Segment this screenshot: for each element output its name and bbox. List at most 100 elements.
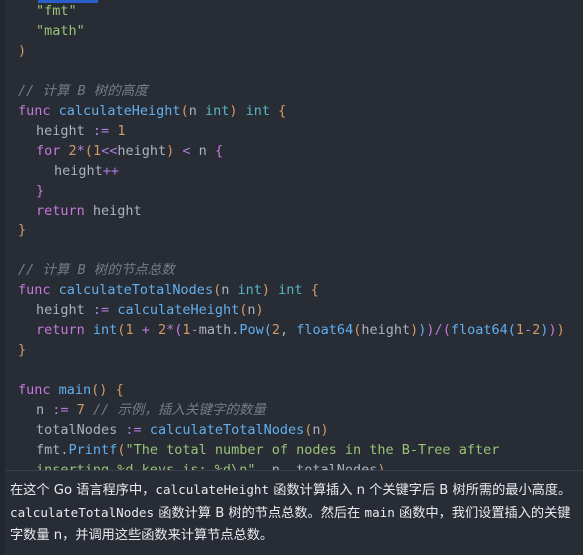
line-height-incr[interactable]: height++: [0, 162, 583, 182]
code-token: calculateHeight: [58, 102, 181, 119]
explanation-text: 函数计算插入 n 个关键字后 B 树所需的最小高度。: [269, 483, 572, 498]
code-token: calculateTotalNodes: [58, 282, 214, 299]
line-return-total[interactable]: return int(1 + 2*(1-math.Pow(2, float64(…: [0, 321, 583, 341]
line-blank-1[interactable]: [0, 62, 583, 82]
code-token: float64: [296, 322, 354, 339]
line-func-calctotal[interactable]: func calculateTotalNodes(n int) int {: [0, 281, 583, 301]
code-token: ): [261, 282, 271, 299]
line-func-close-1[interactable]: }: [0, 221, 583, 241]
code-token: (: [507, 322, 516, 339]
code-token: n: [271, 461, 280, 471]
code-token: ,: [255, 461, 272, 471]
code-token: }: [18, 222, 27, 239]
code-token: height: [36, 302, 93, 319]
line-comment-total[interactable]: // 计算 B 树的节点总数: [0, 261, 583, 281]
code-token: ): [320, 422, 329, 439]
code-token: {: [278, 102, 287, 119]
code-token: main: [58, 382, 92, 399]
line-printf[interactable]: fmt.Printf("The total number of nodes in…: [0, 441, 583, 470]
explanation-paragraph: 在这个 Go 语言程序中，calculateHeight 函数计算插入 n 个关…: [0, 471, 583, 555]
code-token: {: [214, 142, 224, 159]
line-func-close-2[interactable]: }: [0, 341, 583, 361]
code-token: <: [182, 142, 191, 159]
code-token: for: [36, 142, 69, 159]
line-func-main[interactable]: func main() {: [0, 381, 583, 401]
code-token: {: [115, 382, 124, 399]
line-import-close[interactable]: ): [0, 42, 583, 62]
code-token: }: [18, 342, 27, 359]
code-token: ): [426, 322, 435, 339]
explanation-code-ref: calculateTotalNodes: [10, 505, 155, 520]
code-token: 1: [182, 322, 191, 339]
code-token: 7: [76, 402, 85, 419]
code-token: func: [18, 382, 59, 399]
line-height-assign[interactable]: height := calculateHeight(n): [0, 301, 583, 321]
code-token: // 计算 B 树的高度: [18, 82, 148, 99]
code-token: return: [36, 322, 93, 339]
code-token: n: [188, 102, 205, 119]
code-token: 1: [515, 322, 525, 339]
code-token: 1: [125, 322, 134, 339]
code-token: 2: [158, 322, 167, 339]
line-comment-height[interactable]: // 计算 B 树的高度: [0, 82, 583, 102]
code-token: int: [92, 322, 118, 339]
code-token: :=: [52, 402, 69, 419]
code-token: // 计算 B 树的节点总数: [18, 262, 175, 279]
code-token: (: [213, 282, 222, 299]
code-token: 2: [68, 142, 77, 159]
line-height-init[interactable]: height := 1: [0, 122, 583, 142]
code-token: // 示例，插入关键字的数量: [92, 402, 266, 419]
code-token: {: [310, 282, 319, 299]
line-func-calcheight[interactable]: func calculateHeight(n int) int {: [0, 102, 583, 122]
line-blank-3[interactable]: [0, 361, 583, 381]
top-selection-bar: [38, 0, 98, 3]
line-totalnodes[interactable]: totalNodes := calculateTotalNodes(n): [0, 421, 583, 441]
code-token: }: [36, 182, 45, 199]
code-token: "math": [36, 22, 85, 39]
code-token: func: [18, 282, 59, 299]
code-token: (: [263, 322, 272, 339]
code-token: height: [117, 142, 167, 159]
code-token: n: [190, 142, 215, 159]
code-token: :=: [92, 302, 110, 319]
line-blank-2[interactable]: [0, 241, 583, 261]
line-import-fmt[interactable]: "fmt": [0, 2, 583, 22]
code-token: fmt: [36, 441, 61, 458]
code-token: math: [198, 322, 232, 339]
code-token: int: [237, 282, 262, 299]
code-token: n: [247, 302, 256, 319]
line-return-height[interactable]: return height: [0, 202, 583, 222]
line-import-math[interactable]: "math": [0, 22, 583, 42]
code-token: -: [190, 322, 199, 339]
code-token: .: [60, 441, 69, 458]
line-for-loop[interactable]: for 2*(1<<height) < n {: [0, 142, 583, 162]
code-token: n: [36, 402, 53, 419]
code-token: ,: [280, 322, 297, 339]
code-token: height: [361, 322, 411, 339]
code-token: 1: [92, 142, 102, 159]
code-token: (): [91, 382, 108, 399]
code-token: (: [180, 102, 189, 119]
explanation-text: 在这个 Go 语言程序中，: [10, 483, 156, 498]
code-token: *: [76, 142, 85, 159]
code-token: ): [377, 461, 386, 471]
code-lines-container[interactable]: "fmt" "math") // 计算 B 树的高度 func calculateH…: [0, 0, 583, 470]
code-block[interactable]: "fmt" "math") // 计算 B 树的高度 func calculateH…: [0, 0, 583, 471]
code-token: int: [204, 102, 230, 119]
code-token: 2: [271, 322, 281, 339]
code-token: ++: [102, 162, 120, 179]
code-token: ): [556, 322, 565, 339]
line-n-assign[interactable]: n := 7 // 示例，插入关键字的数量: [0, 401, 583, 421]
code-token: calculateHeight: [117, 302, 240, 319]
code-token: int: [278, 282, 303, 299]
line-for-close[interactable]: }: [0, 182, 583, 202]
explanation-code-ref: calculateHeight: [155, 482, 270, 497]
